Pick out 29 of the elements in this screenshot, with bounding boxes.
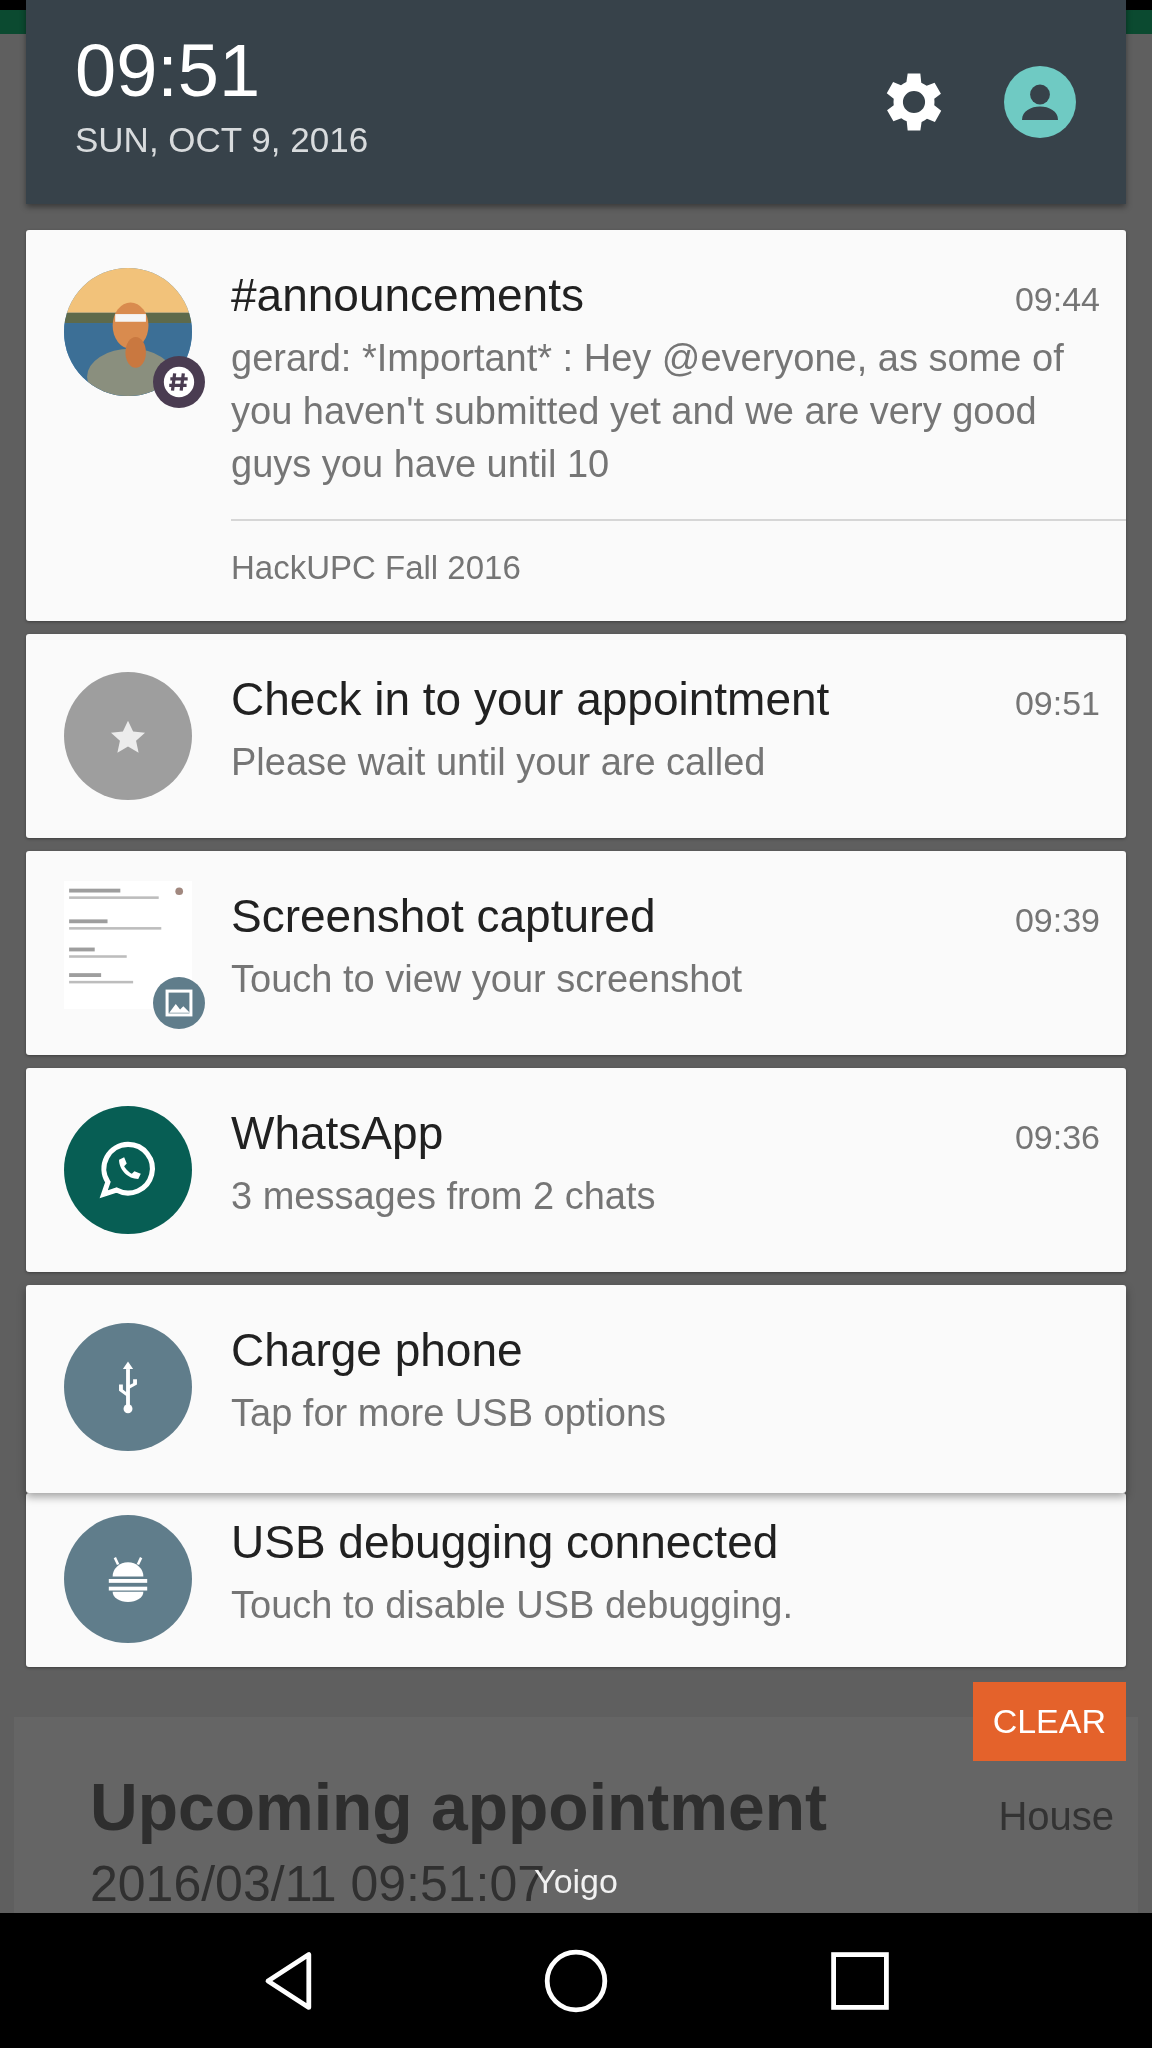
notification-card[interactable]: Check in to your appointment 09:51 Please wait until your are called (26, 634, 1126, 838)
notification-time: 09:51 (1014, 684, 1100, 723)
hashtag-icon (153, 356, 205, 408)
notification-title: #announcements (231, 268, 584, 322)
notification-text: Tap for more USB options (231, 1391, 668, 1436)
clock-time: 09:51 (75, 34, 262, 108)
notification-card[interactable]: #announcements 09:44 gerard: *Important* : Hey @everyone, as some of you haven't submitted yet and we are very good guys you have until 10 HackUPC Fall 2016 (26, 230, 1126, 621)
notification-time: 09:44 (1014, 280, 1100, 319)
notification-title: Charge phone (231, 1323, 523, 1377)
user-avatar-icon[interactable] (1004, 66, 1076, 138)
notification-title: USB debugging connected (231, 1515, 779, 1569)
appointment-title: Upcoming appointment (90, 1769, 827, 1845)
notification-title: WhatsApp (231, 1106, 444, 1160)
clock-date: SUN, OCT 9, 2016 (75, 120, 370, 160)
notification-text: Touch to view your screenshot (231, 957, 744, 1002)
notification-text: Touch to disable USB debugging. (231, 1583, 794, 1628)
notification-text: 3 messages from 2 chats (231, 1174, 657, 1219)
notification-card[interactable]: Charge phone Tap for more USB options (26, 1285, 1126, 1493)
notification-text: Please wait until your are called (231, 740, 767, 785)
notification-title: Check in to your appointment (231, 672, 830, 726)
notification-title: Screenshot captured (231, 889, 656, 943)
notification-time: 09:39 (1014, 901, 1100, 940)
image-icon (153, 977, 205, 1029)
notification-card[interactable]: Screenshot captured 09:39 Touch to view your screenshot (26, 851, 1126, 1055)
notification-time: 09:36 (1014, 1118, 1100, 1157)
notification-card[interactable]: WhatsApp 09:36 3 messages from 2 chats (26, 1068, 1126, 1272)
notification-text: gerard: *Important* : Hey @everyone, as some of you haven't submitted yet and we are very good guys you have until 10 (231, 336, 1065, 487)
notification-subtext: HackUPC Fall 2016 (231, 549, 522, 587)
notification-card[interactable]: USB debugging connected Touch to disable USB debugging. (26, 1493, 1126, 1667)
